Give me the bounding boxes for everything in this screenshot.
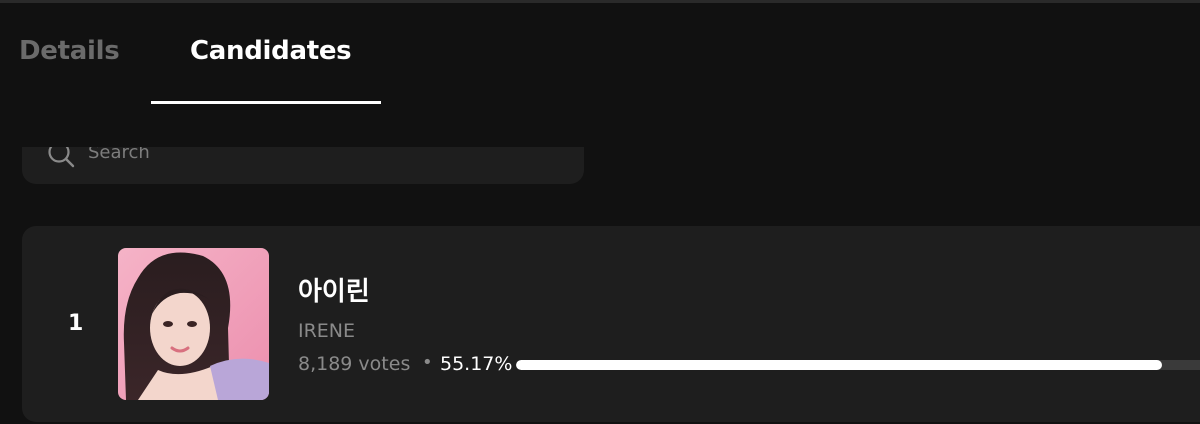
vote-percentage: 55.17% (440, 353, 513, 375)
candidate-rank: 1 (68, 311, 84, 336)
search-icon (48, 147, 75, 168)
vote-count: 8,189 votes (298, 353, 411, 375)
candidate-name-english: IRENE (298, 320, 356, 342)
tab-candidates[interactable]: Candidates (190, 36, 352, 66)
vote-progress-fill (516, 360, 1162, 370)
search-input[interactable] (88, 147, 548, 163)
candidate-portrait-image (118, 248, 269, 400)
separator-dot: • (422, 352, 433, 373)
candidate-photo[interactable] (118, 248, 269, 400)
vote-progress-bar (516, 360, 1200, 370)
search-bar[interactable] (22, 147, 584, 184)
active-tab-indicator (151, 101, 381, 104)
top-divider (0, 0, 1200, 3)
candidate-name-korean: 아이린 (298, 277, 370, 307)
tab-details[interactable]: Details (19, 36, 120, 66)
